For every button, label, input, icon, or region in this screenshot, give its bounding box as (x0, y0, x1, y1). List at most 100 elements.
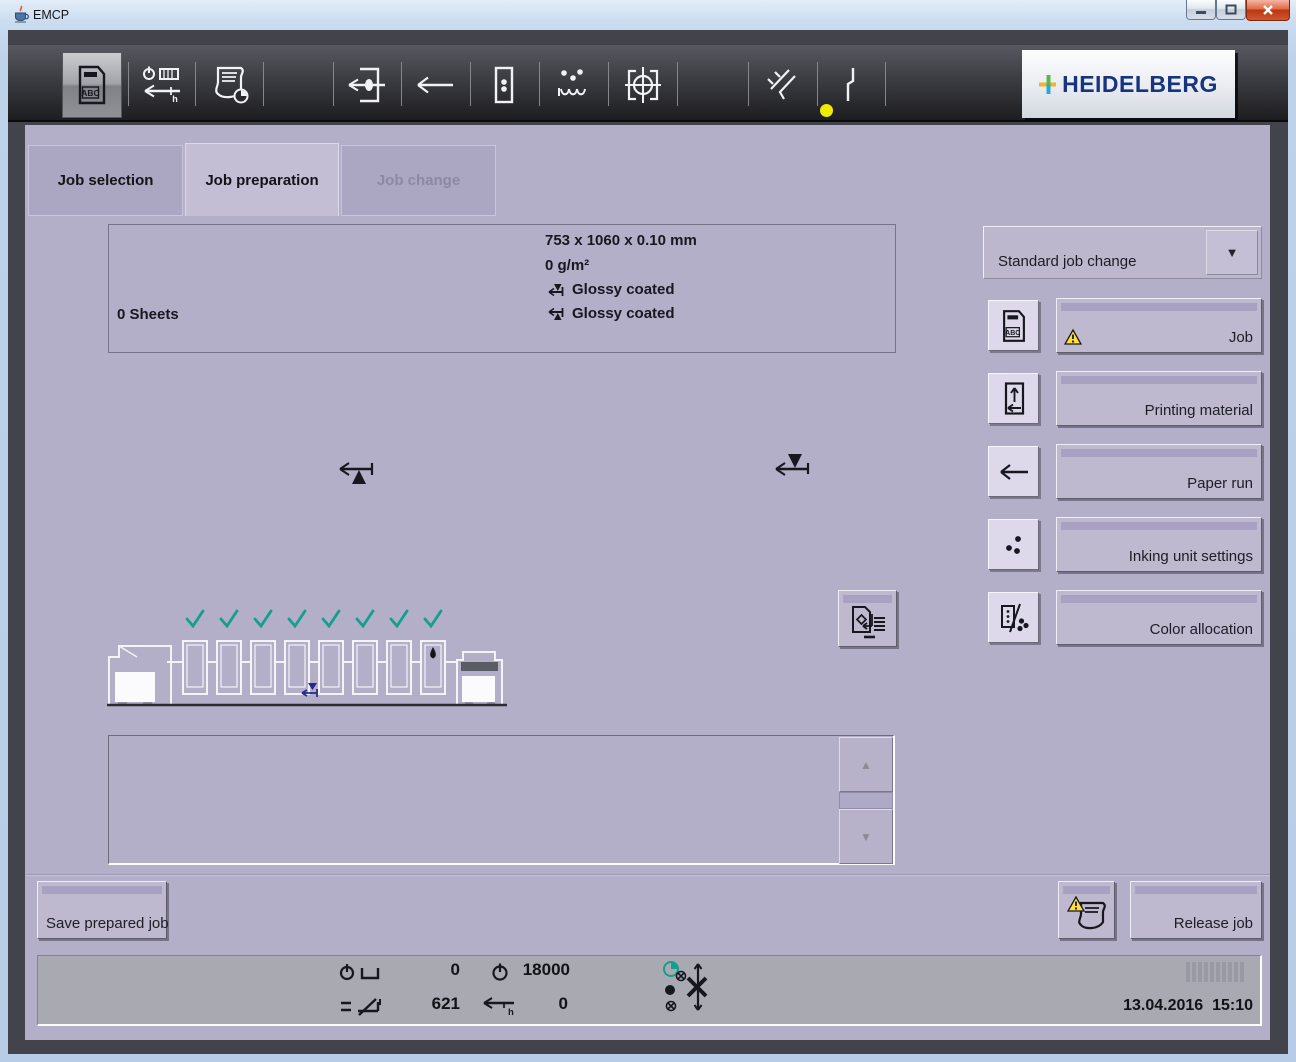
svg-text:ABC: ABC (81, 88, 99, 98)
job-change-mode-label: Standard job change (998, 253, 1136, 270)
scroll-down-button[interactable]: ▼ (839, 809, 893, 864)
java-icon (13, 5, 29, 24)
button-strip (1061, 522, 1257, 530)
toolbar-indicator-dot (820, 104, 833, 117)
dropdown-arrow-button[interactable]: ▼ (1206, 230, 1258, 275)
tab-job-change: Job change (341, 145, 496, 216)
coating-back-label: Glossy coated (572, 305, 675, 322)
speed-preset-value: 18000 (505, 960, 570, 980)
release-warning-button[interactable] (1058, 881, 1115, 939)
tab-job-preparation[interactable]: Job preparation (185, 143, 339, 216)
release-job-button[interactable]: Release job (1130, 881, 1262, 939)
message-list[interactable] (108, 735, 895, 865)
button-strip (843, 595, 892, 603)
paper-run-icon (998, 459, 1030, 485)
paper-run-icon (415, 72, 455, 98)
job-icon: ABC (75, 64, 109, 106)
paper-run-nav-button[interactable]: Paper run (1056, 444, 1262, 499)
feeder-icon (347, 65, 387, 105)
button-strip (1061, 595, 1257, 603)
svg-text:ABC: ABC (1005, 329, 1020, 336)
window-title: EMCP (33, 8, 69, 22)
job-icon-button[interactable]: ABC (988, 300, 1039, 351)
close-button[interactable] (1246, 0, 1290, 21)
paper-format: 753 x 1060 x 0.10 mm (545, 232, 697, 249)
toolbar-button-job[interactable]: ABC (62, 52, 122, 118)
paper-format-row: 753 x 1060 x 0.10 mm (545, 232, 697, 249)
tab-label: Job preparation (205, 172, 318, 189)
press-diagram (105, 598, 510, 710)
inking-unit-nav-button[interactable]: Inking unit settings (1056, 517, 1262, 572)
inking-unit-icon-button[interactable] (988, 519, 1039, 570)
chevron-down-icon: ▼ (1226, 245, 1239, 260)
maximize-button[interactable] (1216, 0, 1246, 20)
color-allocation-icon (998, 602, 1030, 634)
coating-back-row: Glossy coated (547, 305, 675, 322)
printing-material-nav-button[interactable]: Printing material (1056, 371, 1262, 426)
button-strip (1061, 303, 1257, 311)
printing-unit-icon (489, 65, 519, 105)
toolbar-button-feeder[interactable] (334, 52, 400, 118)
logo-plus-icon (1039, 75, 1058, 94)
button-strip (1063, 886, 1110, 894)
close-icon (1262, 4, 1274, 16)
save-prepared-job-button[interactable]: Save prepared job (37, 881, 167, 939)
paper-run-icon-button[interactable] (988, 446, 1039, 497)
coating-back-icon (547, 307, 565, 321)
inking-unit-icon (999, 531, 1029, 559)
scroll-up-icon: ▲ (860, 758, 872, 772)
button-strip (42, 886, 162, 894)
tab-label: Job selection (58, 172, 154, 189)
toolbar-button-register[interactable] (609, 52, 676, 118)
toolbar-button-dampening[interactable] (540, 52, 606, 118)
scroll-up-button[interactable]: ▲ (839, 737, 893, 792)
button-strip (1061, 449, 1257, 457)
minimize-button[interactable] (1186, 0, 1216, 20)
toolbar-button-joblist[interactable] (196, 52, 263, 118)
production-mode-icons (660, 960, 708, 1014)
progress-segments (1186, 962, 1244, 982)
data-transfer-button[interactable] (838, 590, 897, 647)
tab-job-selection[interactable]: Job selection (28, 145, 183, 216)
scrollbar-track[interactable] (839, 792, 893, 809)
job-icon: ABC (1000, 308, 1028, 344)
scroll-down-icon: ▼ (860, 830, 872, 844)
dampening-icon (554, 66, 592, 104)
status-datetime: 13.04.2016 15:10 (1050, 997, 1253, 1015)
color-allocation-icon-button[interactable] (988, 592, 1039, 643)
job-nav-button[interactable]: Job (1056, 298, 1262, 353)
sheet-count-value: 0 (400, 960, 460, 980)
sheets-count-row: 0 Sheets (117, 306, 179, 323)
job-info-box (108, 224, 896, 353)
register-icon (623, 65, 663, 105)
job-change-mode-dropdown[interactable]: Standard job change ▼ (983, 226, 1262, 279)
release-button-label: Release job (1174, 915, 1253, 932)
toolbar-button-counter[interactable]: h (129, 52, 195, 118)
coating-front-label: Glossy coated (572, 281, 675, 298)
unit-ready-checkmarks (187, 611, 441, 626)
paper-grammage: 0 g/m² (545, 257, 589, 274)
toolbar-button-printing-unit[interactable] (471, 52, 537, 118)
data-transfer-icon (850, 605, 888, 643)
application-window: EMCP ABC (0, 0, 1296, 1062)
svg-text:h: h (172, 94, 178, 104)
save-button-label: Save prepared job (46, 915, 169, 932)
color-allocation-nav-button[interactable]: Color allocation (1056, 590, 1262, 645)
heidelberg-logo: HEIDELBERG (1022, 50, 1235, 118)
coating-front-row: Glossy coated (547, 281, 675, 298)
logo-text: HEIDELBERG (1062, 71, 1218, 98)
nav-button-label: Color allocation (1150, 621, 1253, 638)
toolbar-button-paper-run[interactable] (402, 52, 468, 118)
job-list-warning-icon (1067, 896, 1109, 934)
printing-material-icon (997, 381, 1031, 417)
sheets-count: 0 Sheets (117, 306, 179, 323)
paper-side-indicator-left (337, 459, 375, 487)
paper-side-indicator-right (773, 451, 811, 479)
job-list-icon (208, 64, 252, 106)
toolbar-button-washup[interactable] (749, 52, 815, 118)
counter-speed-icon: h (141, 65, 183, 105)
status-bar (37, 955, 1262, 1026)
minimize-icon (1195, 5, 1207, 15)
paper-grammage-row: 0 g/m² (545, 257, 589, 274)
printing-material-icon-button[interactable] (988, 373, 1039, 424)
